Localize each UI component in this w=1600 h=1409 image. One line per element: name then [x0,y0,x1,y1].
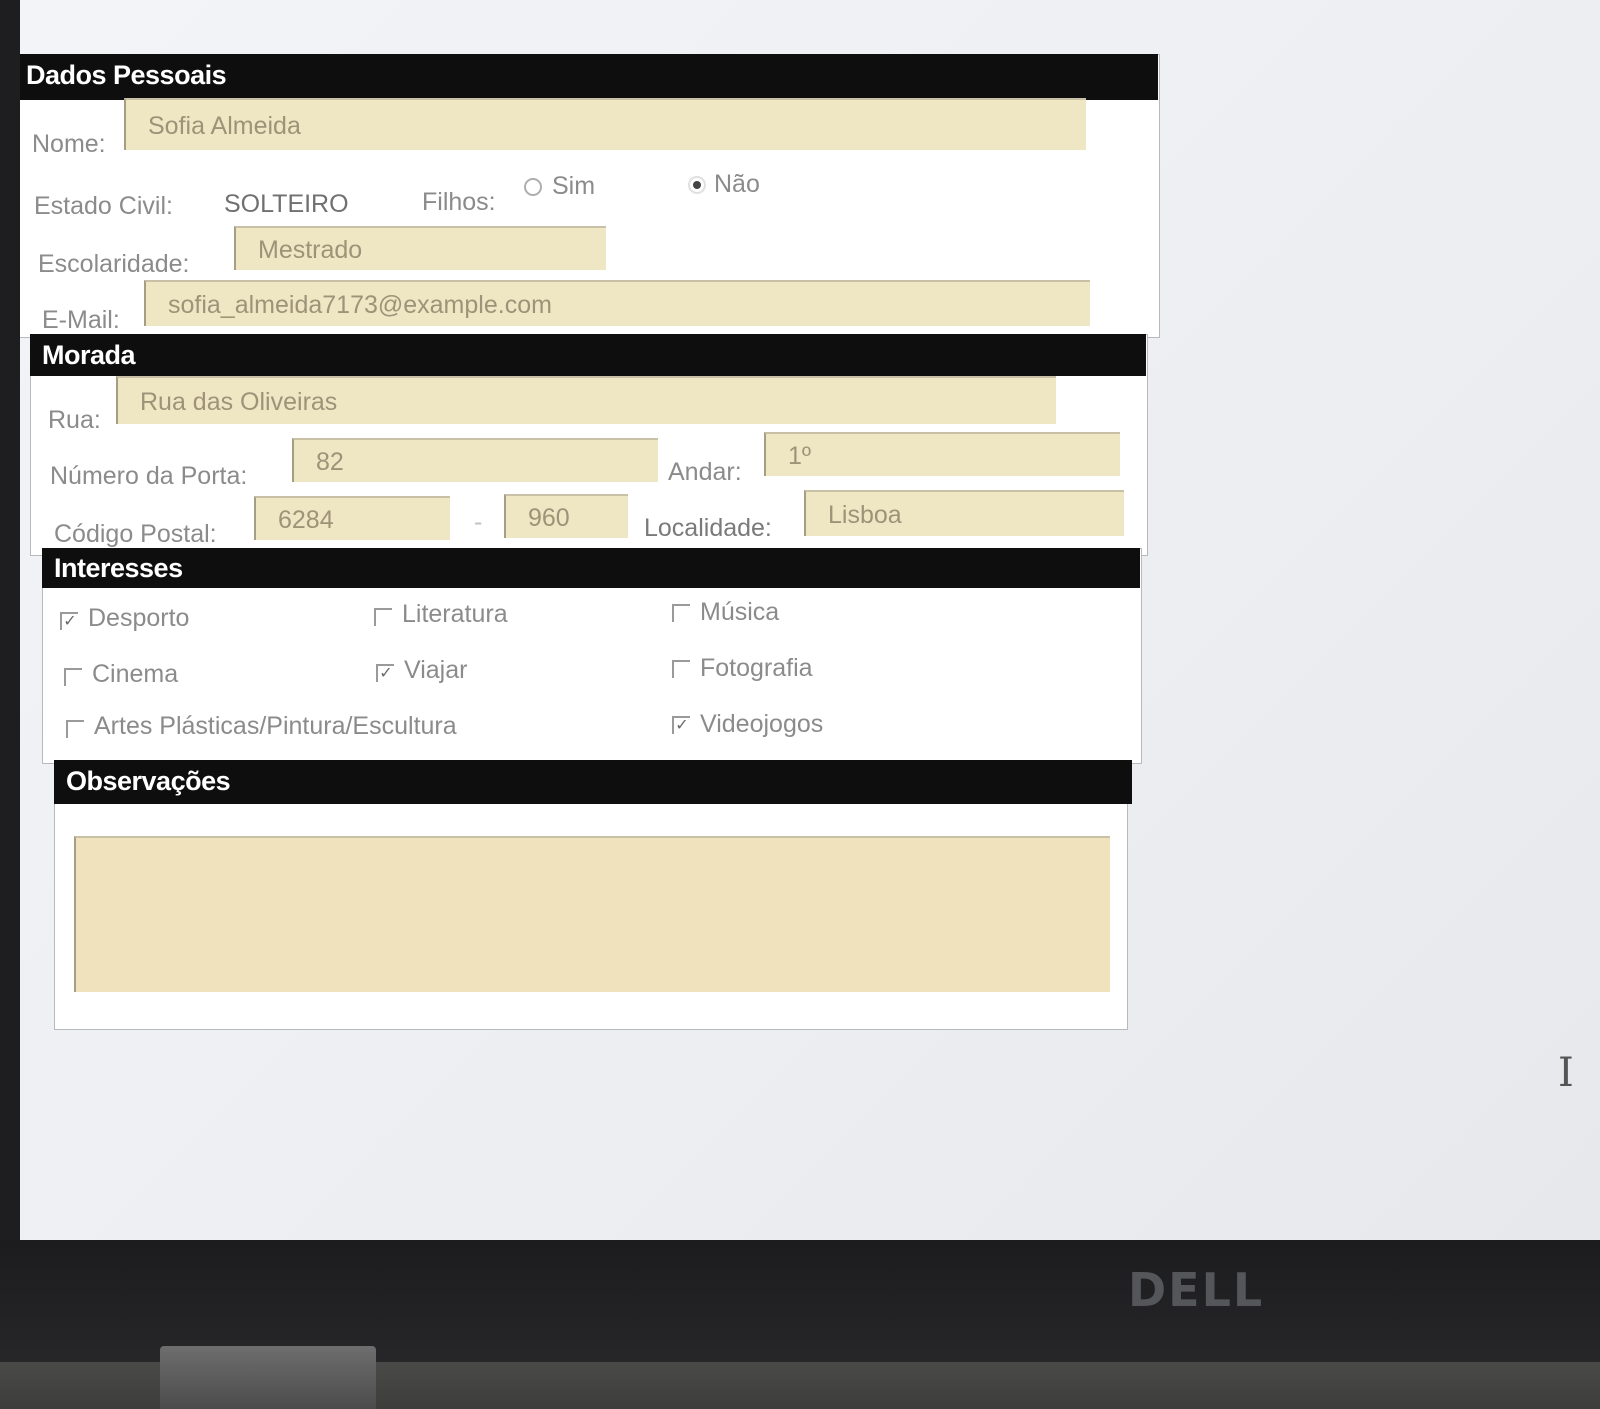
estado-civil-value: SOLTEIRO [224,190,349,218]
desporto-checkbox[interactable]: ✓ [60,612,78,630]
escolaridade-field[interactable]: Mestrado [234,226,606,270]
nome-label: Nome: [32,130,106,158]
codigo-postal-label: Código Postal: [54,520,217,548]
andar-label: Andar: [668,458,742,486]
localidade-field[interactable]: Lisboa [804,490,1124,536]
filhos-sim-radio[interactable] [524,178,542,196]
videojogos-checkbox[interactable]: ✓ [672,716,690,734]
escolaridade-label: Escolaridade: [38,250,190,278]
cinema-label: Cinema [92,660,179,688]
codigo-postal-field-1[interactable]: 6284 [254,496,450,540]
dados-pessoais-header: Dados Pessoais [14,54,1158,100]
musica-label: Música [700,598,780,626]
filhos-nao-label: Não [714,170,760,198]
filhos-label: Filhos: [422,188,496,216]
rua-label: Rua: [48,406,101,434]
videojogos-label: Videojogos [700,710,824,738]
observacoes-header: Observações [54,760,1132,804]
cinema-checkbox[interactable] [64,668,82,686]
screen: Dados Pessoais Nome: Sofia Almeida Estad… [0,0,1600,1252]
numero-porta-label: Número da Porta: [50,462,248,490]
filhos-sim-label: Sim [552,172,596,200]
localidade-label: Localidade: [644,514,772,542]
estado-civil-label: Estado Civil: [34,192,173,220]
fotografia-checkbox[interactable] [672,660,690,678]
codigo-postal-field-2[interactable]: 960 [504,494,628,538]
artes-checkbox[interactable] [66,720,84,738]
andar-field[interactable]: 1º [764,432,1120,476]
laptop-hinge [160,1346,376,1409]
observacoes-textarea[interactable] [74,836,1110,992]
musica-checkbox[interactable] [672,604,690,622]
artes-label: Artes Plásticas/Pintura/Escultura [94,712,457,740]
literatura-label: Literatura [402,600,508,628]
dell-logo: DELL [1128,1263,1265,1317]
numero-porta-field[interactable]: 82 [292,438,658,482]
interesses-header: Interesses [42,548,1140,588]
email-field[interactable]: sofia_almeida7173@example.com [144,280,1090,326]
literatura-checkbox[interactable] [374,608,392,626]
fotografia-label: Fotografia [700,654,813,682]
email-label: E-Mail: [42,306,120,334]
viajar-checkbox[interactable]: ✓ [376,664,394,682]
text-cursor-icon: I [1558,1050,1574,1096]
viajar-label: Viajar [404,656,468,684]
desporto-label: Desporto [88,604,190,632]
codigo-postal-separator: - [474,508,483,536]
filhos-nao-radio[interactable] [688,176,706,194]
morada-header: Morada [30,334,1146,376]
nome-field[interactable]: Sofia Almeida [124,98,1086,150]
rua-field[interactable]: Rua das Oliveiras [116,376,1056,424]
screen-bezel-left [0,0,20,1252]
